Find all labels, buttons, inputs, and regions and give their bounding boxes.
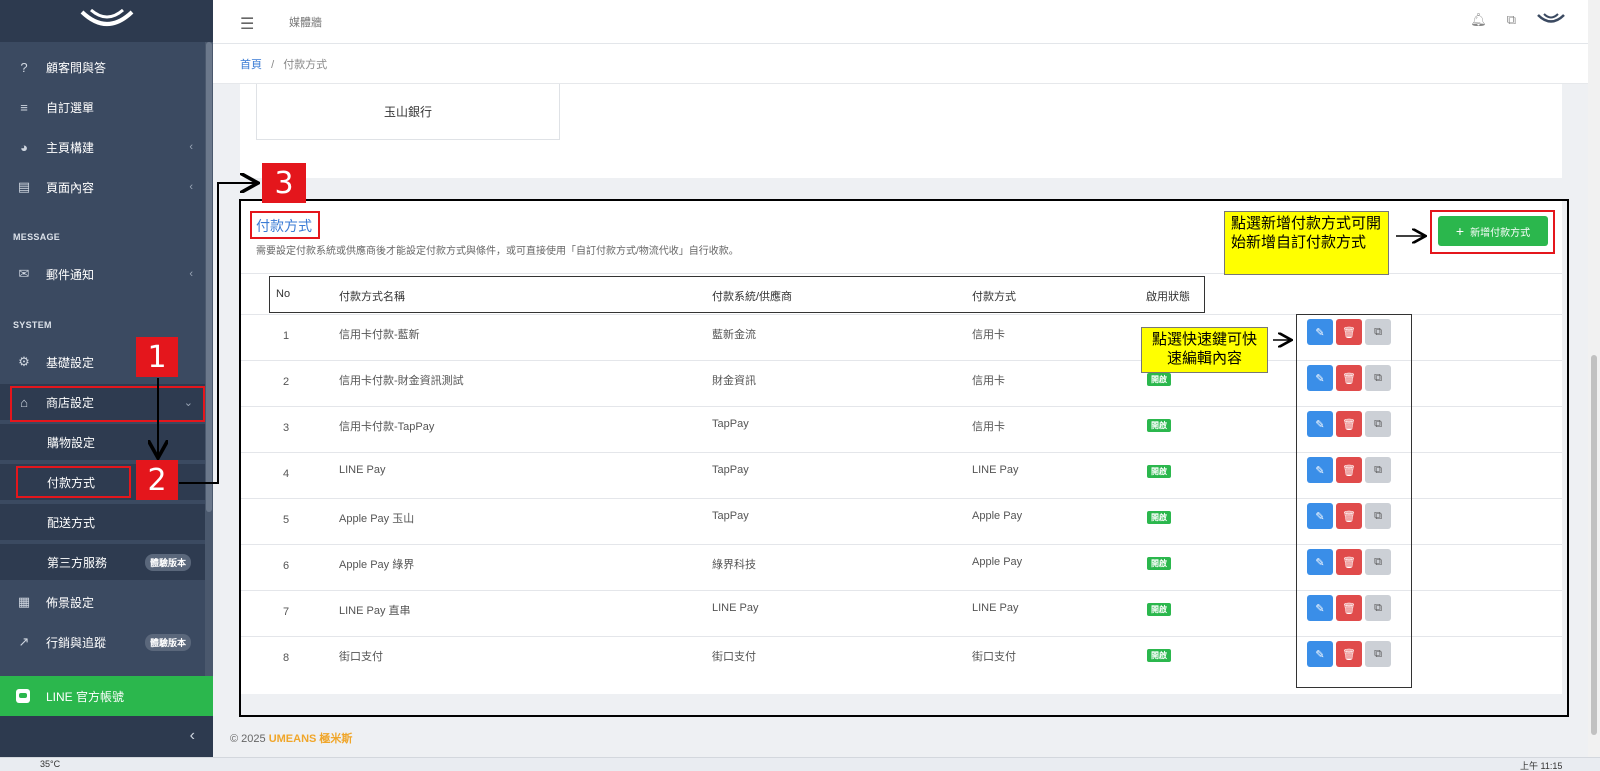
note-add-payment: 點選新增付款方式可開始新增自訂付款方式 bbox=[1224, 211, 1389, 275]
page-scroll-thumb[interactable] bbox=[1591, 355, 1597, 735]
page-scrollbar[interactable] bbox=[1588, 0, 1600, 757]
annotation-arrows bbox=[0, 0, 1600, 484]
footer: © 2025 UMEANS 極米斯 bbox=[230, 730, 352, 746]
footer-brand[interactable]: UMEANS 極米斯 bbox=[269, 733, 353, 745]
footer-copyright: © 2025 bbox=[230, 733, 266, 745]
taskbar: 35°C 上午 11:15 bbox=[0, 757, 1600, 771]
clock-text[interactable]: 上午 11:15 bbox=[1520, 759, 1562, 771]
note-quick-edit: 點選快速鍵可快速編輯內容 bbox=[1141, 327, 1268, 373]
arrow-2-to-3 bbox=[179, 183, 256, 484]
weather-text[interactable]: 35°C bbox=[40, 759, 60, 769]
